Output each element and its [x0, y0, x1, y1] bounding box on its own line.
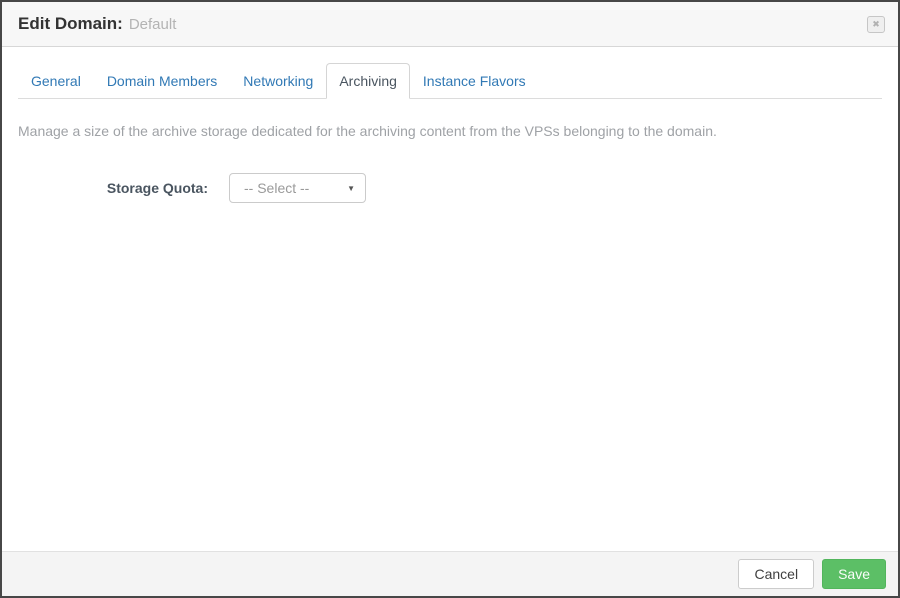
domain-name: Default [128, 15, 177, 33]
edit-domain-dialog: Edit Domain: Default ✖ General Domain Me… [0, 0, 900, 598]
chevron-down-icon: ▼ [347, 183, 355, 193]
dialog-footer: Cancel Save [2, 551, 898, 596]
dialog-header: Edit Domain: Default ✖ [2, 2, 898, 47]
tab-networking[interactable]: Networking [230, 63, 326, 99]
tab-instance-flavors[interactable]: Instance Flavors [410, 63, 539, 99]
archiving-description: Manage a size of the archive storage ded… [18, 123, 717, 139]
storage-quota-selected-value: -- Select -- [244, 180, 310, 196]
cancel-button[interactable]: Cancel [738, 559, 815, 589]
dialog-title: Edit Domain: [18, 14, 123, 33]
storage-quota-label: Storage Quota: [106, 180, 208, 196]
storage-quota-row: Storage Quota: -- Select -- ▼ [2, 173, 898, 203]
tab-archiving[interactable]: Archiving [326, 63, 410, 99]
save-button[interactable]: Save [822, 559, 886, 589]
close-icon[interactable]: ✖ [867, 15, 885, 33]
tab-domain-members[interactable]: Domain Members [94, 63, 230, 99]
dialog-body: General Domain Members Networking Archiv… [2, 47, 898, 551]
tab-general[interactable]: General [18, 63, 94, 99]
storage-quota-select[interactable]: -- Select -- ▼ [229, 173, 366, 203]
tab-bar: General Domain Members Networking Archiv… [18, 63, 882, 99]
